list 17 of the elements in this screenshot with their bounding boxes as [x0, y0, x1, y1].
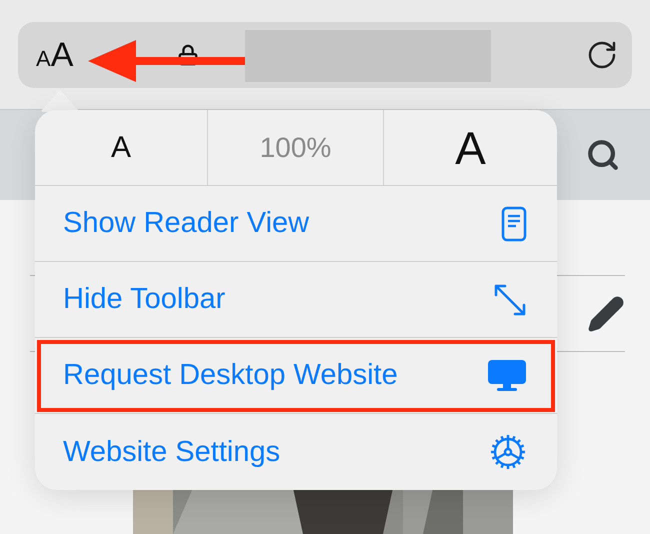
- pencil-icon[interactable]: [587, 294, 625, 332]
- document-icon: [501, 206, 527, 242]
- reload-icon[interactable]: [586, 39, 618, 71]
- menu-item[interactable]: Website Settings: [35, 414, 557, 490]
- larger-text-button[interactable]: A: [384, 110, 557, 185]
- lock-icon: [177, 44, 200, 66]
- address-field[interactable]: AA: [18, 22, 632, 88]
- smaller-text-button[interactable]: A: [35, 110, 208, 185]
- gear-icon: [489, 433, 527, 471]
- menu-item[interactable]: Hide Toolbar: [35, 262, 557, 338]
- desktop-icon: [487, 358, 527, 392]
- menu-item[interactable]: Show Reader View: [35, 186, 557, 262]
- search-icon[interactable]: [586, 138, 620, 172]
- text-size-button[interactable]: AA: [36, 38, 74, 72]
- zoom-level-button[interactable]: 100%: [208, 110, 384, 185]
- expand-arrows-icon: [493, 282, 527, 316]
- menu-item[interactable]: Request Desktop Website: [35, 338, 557, 414]
